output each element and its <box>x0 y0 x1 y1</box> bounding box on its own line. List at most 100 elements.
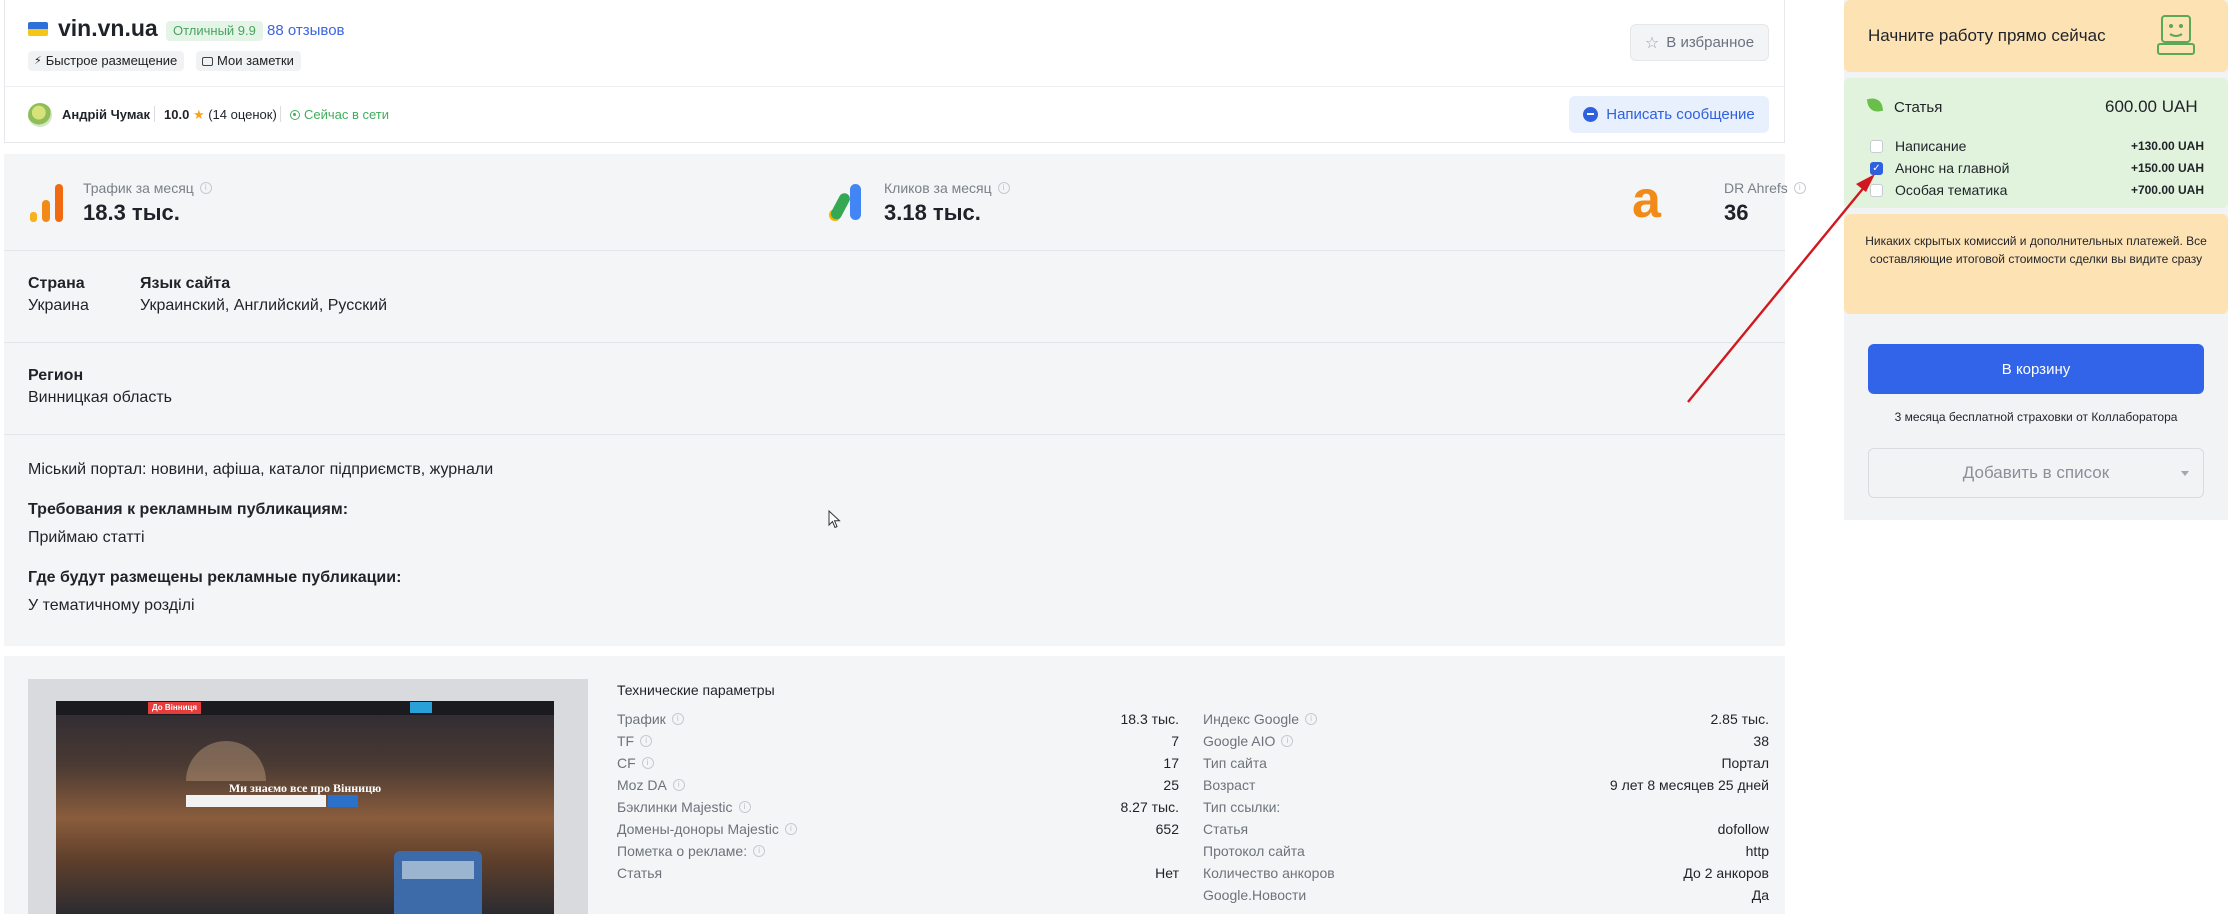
ratings-count: (14 оценок) <box>208 107 277 122</box>
tech-row: Статья Нет <box>617 865 1179 881</box>
section-divider <box>4 250 1785 251</box>
site-description: Міський портал: новини, афіша, каталог п… <box>28 461 494 478</box>
section-divider <box>4 434 1785 435</box>
star-icon: ★ <box>192 107 205 122</box>
info-icon[interactable]: i <box>640 735 653 747</box>
info-icon[interactable]: i <box>672 779 685 791</box>
reviews-link[interactable]: 88 отзывов <box>267 22 345 39</box>
option-homepage-announce[interactable]: ✓ Анонс на главной +150.00 UAH <box>1870 158 2204 178</box>
divider <box>280 106 281 122</box>
tech-params-left: Трафик i 18.3 тыс. TF i 7 CF i 17 Moz DA i 25 Бэ… <box>617 708 1179 884</box>
rating-badge: Отличный 9.9 <box>166 21 263 41</box>
site-screenshot[interactable]: До Вінниця Ми знаємо все про Вінницю <box>56 701 554 914</box>
fast-placement-label: Быстрое размещение <box>45 53 178 68</box>
add-to-cart-button[interactable]: В корзину <box>1868 344 2204 394</box>
author-name[interactable]: Андрій Чумак <box>62 107 150 122</box>
tech-params-title: Технические параметры <box>617 682 775 698</box>
robot-laptop-icon <box>2157 15 2195 55</box>
option-price: +150.00 UAH <box>2130 161 2204 175</box>
screenshot-tram-window <box>402 861 474 879</box>
region-value: Винницкая область <box>28 389 172 406</box>
country-label: Страна <box>28 275 85 292</box>
tech-row: Бэклинки Majestic i 8.27 тыс. <box>617 799 1179 815</box>
screenshot-search-button <box>328 795 358 807</box>
tech-row: TF i 7 <box>617 733 1179 749</box>
divider <box>154 106 155 122</box>
info-icon[interactable]: i <box>1281 735 1294 747</box>
metric-clicks-value: 3.18 тыс. <box>884 200 981 225</box>
screenshot-navbar <box>56 701 554 715</box>
screenshot-logo: До Вінниця <box>148 702 202 714</box>
language-value: Украинский, Английский, Русский <box>140 297 388 314</box>
tech-row: Тип ссылки: <box>1203 799 1281 815</box>
avatar[interactable] <box>28 103 52 127</box>
tech-row: Протокол сайта http <box>1203 843 1769 859</box>
product-name: Статья <box>1894 99 1943 116</box>
online-status: Сейчас в сети <box>290 107 389 122</box>
favorite-button[interactable]: ☆ В избранное <box>1630 24 1769 61</box>
option-label: Особая тематика <box>1895 182 2008 198</box>
tech-params-right: Индекс Google i 2.85 тыс. Google AIO i 38 Ти… <box>1203 708 1769 906</box>
product-price: 600.00 UAH <box>2105 97 2198 116</box>
tech-row: Тип сайта Портал <box>1203 755 1769 771</box>
section-divider <box>4 342 1785 343</box>
ukraine-flag-icon <box>28 22 48 36</box>
info-icon[interactable]: i <box>199 182 212 194</box>
option-label: Анонс на главной <box>1895 160 2010 176</box>
requirements-label: Требования к рекламным публикациям: <box>28 501 349 518</box>
chat-bubble-icon <box>1583 107 1599 122</box>
screenshot-search <box>186 795 326 807</box>
add-to-list-label: Добавить в список <box>1962 463 2110 482</box>
tech-row: Статья dofollow <box>1203 821 1769 837</box>
metric-traffic-title: Трафик за месяц i <box>83 180 212 196</box>
option-writing[interactable]: Написание +130.00 UAH <box>1870 136 2204 156</box>
language-label: Язык сайта <box>140 275 231 292</box>
tech-row: CF i 17 <box>617 755 1179 771</box>
annotation-arrow <box>1687 174 1875 403</box>
screenshot-building <box>186 741 266 781</box>
ahrefs-icon: a <box>1632 171 1661 229</box>
start-now-text: Начните работу прямо сейчас <box>1868 26 2106 45</box>
online-dot-icon <box>290 109 300 120</box>
info-icon[interactable]: i <box>641 757 654 769</box>
favorite-label: В избранное <box>1666 34 1755 51</box>
screenshot-nav-button <box>410 702 432 713</box>
screenshot-tagline: Ми знаємо все про Вінницю <box>228 781 382 795</box>
region-label: Регион <box>28 367 84 384</box>
info-icon[interactable]: i <box>671 713 684 725</box>
tech-row: Домены-доноры Majestic i 652 <box>617 821 1179 837</box>
placement-value: У тематичному розділі <box>28 597 195 614</box>
requirements-value: Приймаю статті <box>28 529 145 546</box>
tech-row: Возраст 9 лет 8 месяцев 25 дней <box>1203 777 1769 793</box>
info-icon[interactable]: i <box>738 801 751 813</box>
fast-placement-chip: ⚡ Быстрое размещение <box>28 51 185 71</box>
tech-row: Количество анкоров До 2 анкоров <box>1203 865 1769 881</box>
tech-row: Пометка о рекламе: i <box>617 840 1179 862</box>
info-icon[interactable]: i <box>997 182 1010 194</box>
info-icon[interactable]: i <box>1305 713 1318 725</box>
my-notes-chip[interactable]: Мои заметки <box>196 51 301 71</box>
info-icon[interactable]: i <box>784 823 797 835</box>
comment-icon <box>202 56 213 66</box>
star-outline-icon: ☆ <box>1644 34 1660 52</box>
tech-row: Трафик i 18.3 тыс. <box>617 711 1179 727</box>
send-message-button[interactable]: Написать сообщение <box>1569 96 1769 133</box>
lightning-icon: ⚡ <box>34 55 42 67</box>
add-to-list-button[interactable]: Добавить в список <box>1868 448 2204 498</box>
online-status-label: Сейчас в сети <box>304 107 390 122</box>
option-special-topic[interactable]: Особая тематика +700.00 UAH <box>1870 180 2204 200</box>
option-price: +700.00 UAH <box>2130 183 2204 197</box>
caret-down-icon <box>2181 471 2189 476</box>
author-score: 10.0 ★ (14 оценок) <box>164 107 277 123</box>
site-name: vin.vn.ua <box>58 15 158 41</box>
send-message-label: Написать сообщение <box>1606 106 1755 123</box>
no-hidden-fees-text: Никаких скрытых комиссий и дополнительны… <box>1865 234 2207 266</box>
metric-clicks: Кликов за месяц i 3.18 тыс. <box>884 180 1010 226</box>
tech-row: Moz DA i 25 <box>617 777 1179 793</box>
mouse-cursor-icon <box>828 510 841 529</box>
placement-label: Где будут размещены рекламные публикации… <box>28 569 402 586</box>
info-icon[interactable]: i <box>753 845 766 857</box>
tech-row: Google.Новости Да <box>1203 887 1769 903</box>
option-price: +130.00 UAH <box>2130 139 2204 153</box>
tech-row: Индекс Google i 2.85 тыс. <box>1203 711 1769 727</box>
